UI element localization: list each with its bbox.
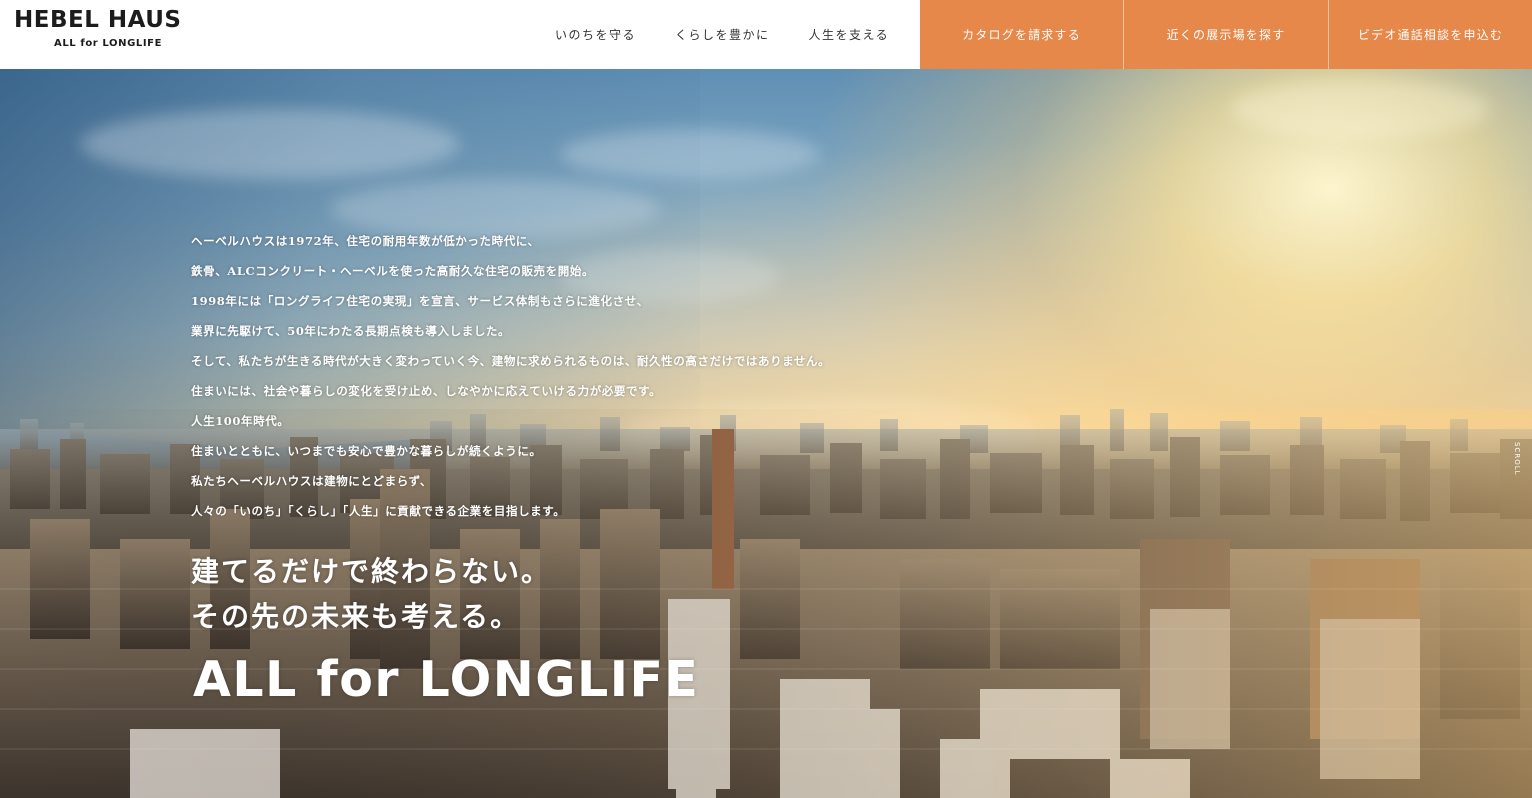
intro-text: ヘーベルハウスは1972年、住宅の耐用年数が低かった時代に、 鉄骨、ALCコンク… xyxy=(191,233,891,533)
scroll-label: SCROLL xyxy=(1513,442,1521,476)
logo-wordmark: HEBEL HAUS xyxy=(14,7,182,33)
nav-item-support-life[interactable]: 人生を支える xyxy=(809,26,890,43)
intro-line: そして、私たちが生きる時代が大きく変わっていく今、建物に求められるものは、耐久性… xyxy=(191,354,831,368)
hero-catchphrase: 建てるだけで終わらない。 その先の未来も考える。 xyxy=(191,549,691,639)
video-consultation-button[interactable]: ビデオ通話相談を申込む xyxy=(1329,0,1532,69)
cloud xyxy=(80,109,460,179)
find-showroom-button[interactable]: 近くの展示場を探す xyxy=(1124,0,1329,69)
intro-line: 鉄骨、ALCコンクリート・ヘーベルを使った高耐久な住宅の販売を開始。 xyxy=(191,264,595,278)
nav-item-protect-life[interactable]: いのちを守る xyxy=(555,26,636,43)
logo-tagline: ALL for LONGLIFE xyxy=(54,38,163,49)
cloud xyxy=(1230,79,1490,139)
request-catalog-button[interactable]: カタログを請求する xyxy=(920,0,1124,69)
intro-line: 住まいには、社会や暮らしの変化を受け止め、しなやかに応えていける力が必要です。 xyxy=(191,384,662,398)
intro-line: 住まいとともに、いつまでも安心で豊かな暮らしが続くように。 xyxy=(191,444,542,458)
intro-line: 私たちヘーベルハウスは建物にとどまらず、 xyxy=(191,474,432,488)
main-nav: いのちを守る くらしを豊かに 人生を支える xyxy=(540,0,900,69)
intro-line: ヘーベルハウスは1972年、住宅の耐用年数が低かった時代に、 xyxy=(191,234,540,248)
intro-line: 人生100年時代。 xyxy=(191,414,290,428)
intro-line: 1998年には「ロングライフ住宅の実現」を宣言、サービス体制もさらに進化させ、 xyxy=(191,294,649,308)
cta-group: カタログを請求する 近くの展示場を探す ビデオ通話相談を申込む xyxy=(920,0,1532,69)
cloud xyxy=(560,129,820,179)
nav-item-enrich-living[interactable]: くらしを豊かに xyxy=(675,26,770,43)
hero-tagline: ALL for LONGLIFE xyxy=(193,651,700,708)
cloud xyxy=(330,179,660,239)
intro-line: 人々の「いのち」「くらし」「人生」に貢献できる企業を目指します。 xyxy=(191,504,566,518)
logo-link[interactable]: HEBEL HAUS ALL for LONGLIFE xyxy=(14,7,189,55)
page: HEBEL HAUS ALL for LONGLIFE いのちを守る くらしを豊… xyxy=(0,0,1532,798)
catch-line: その先の未来も考える。 xyxy=(191,600,521,633)
scroll-indicator[interactable]: SCROLL xyxy=(1511,429,1523,489)
catch-line: 建てるだけで終わらない。 xyxy=(191,555,552,588)
hero-section: ヘーベルハウスは1972年、住宅の耐用年数が低かった時代に、 鉄骨、ALCコンク… xyxy=(0,69,1532,798)
site-header: HEBEL HAUS ALL for LONGLIFE いのちを守る くらしを豊… xyxy=(0,0,1532,69)
intro-line: 業界に先駆けて、50年にわたる長期点検も導入しました。 xyxy=(191,324,511,338)
